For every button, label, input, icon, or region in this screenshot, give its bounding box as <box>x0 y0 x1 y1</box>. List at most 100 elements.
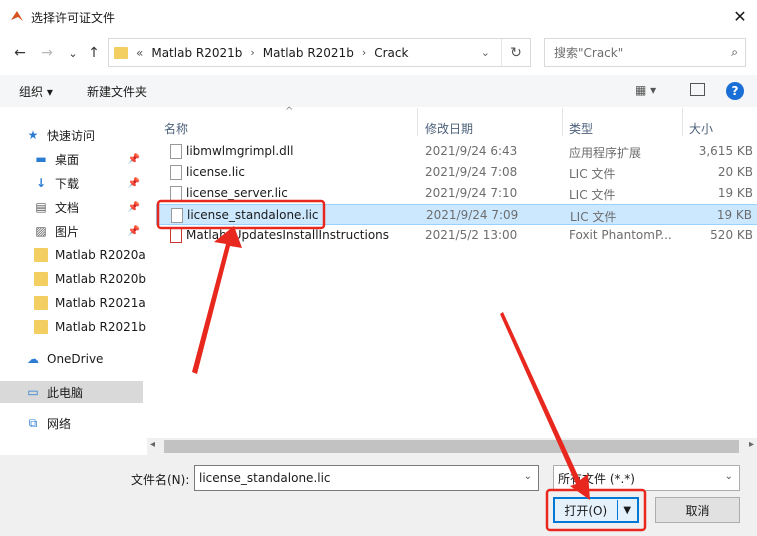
column-header-type[interactable]: 类型 <box>569 120 593 137</box>
new-folder-button[interactable]: 新建文件夹 <box>87 83 147 100</box>
sidebar-item-documents[interactable]: ▤ 文档 📌 <box>33 196 150 218</box>
picture-icon: ▨ <box>35 224 47 238</box>
scrollbar-thumb[interactable] <box>164 440 739 453</box>
file-row[interactable]: libmwlmgrimpl.dll 2021/9/24 6:43 应用程序扩展 … <box>156 141 757 162</box>
column-divider[interactable] <box>562 108 563 136</box>
sidebar-item-pictures[interactable]: ▨ 图片 📌 <box>33 220 150 242</box>
sidebar-item-label: 快速访问 <box>47 128 96 143</box>
folder-icon <box>33 295 49 311</box>
file-size: 3,615 KB <box>698 144 753 158</box>
breadcrumb-item[interactable]: Matlab R2021b <box>151 46 242 60</box>
navigation-pane: ★ 快速访问 ▬ 桌面 📌 ↓ 下载 📌 ▤ 文档 📌 ▨ 图片 📌 Matla… <box>0 108 152 438</box>
download-icon: ↓ <box>35 176 47 190</box>
file-date: 2021/9/24 7:10 <box>425 186 518 200</box>
sidebar-item-desktop[interactable]: ▬ 桌面 📌 <box>33 148 150 170</box>
filetype-value: 所有文件 (*.*) <box>558 471 635 486</box>
file-list: ^ 名称 修改日期 类型 大小 libmwlmgrimpl.dll 2021/9… <box>152 106 757 438</box>
sidebar-item-downloads[interactable]: ↓ 下载 📌 <box>33 172 150 194</box>
breadcrumb-item[interactable]: Crack <box>374 46 408 60</box>
column-header-name[interactable]: 名称 <box>164 120 188 137</box>
file-date: 2021/9/24 7:08 <box>425 165 518 179</box>
breadcrumb-separator-icon[interactable]: › <box>362 46 366 59</box>
matlab-logo-icon <box>11 11 23 21</box>
sidebar-item-label: Matlab R2021b <box>55 320 147 334</box>
address-dropdown-icon[interactable]: ⌄ <box>481 46 490 59</box>
recent-locations-chevron-icon[interactable]: ⌄ <box>62 42 84 64</box>
folder-icon <box>114 46 128 59</box>
scroll-right-icon[interactable]: ▸ <box>749 439 754 450</box>
file-icon <box>170 165 182 180</box>
breadcrumb-overflow[interactable]: « <box>136 46 143 60</box>
view-options-icon[interactable]: ▦ ▾ <box>635 83 656 97</box>
pin-icon[interactable]: 📌 <box>128 202 140 213</box>
network-icon: ⧉ <box>28 415 38 430</box>
file-type: Foxit PhantomP... <box>569 228 672 242</box>
column-header-date[interactable]: 修改日期 <box>425 120 473 137</box>
address-bar[interactable]: « Matlab R2021b › Matlab R2021b › Crack … <box>108 38 531 67</box>
filename-field[interactable]: license_standalone.lic ⌄ <box>194 465 539 491</box>
search-icon[interactable]: ⌕ <box>731 45 738 60</box>
pin-icon[interactable]: 📌 <box>128 226 140 237</box>
pin-icon[interactable]: 📌 <box>128 178 140 189</box>
command-toolbar: 组织 ▾ 新建文件夹 ▦ ▾ ? <box>0 75 757 107</box>
column-header-size[interactable]: 大小 <box>689 120 713 137</box>
file-type: 应用程序扩展 <box>569 146 642 160</box>
horizontal-scrollbar[interactable]: ◂ ▸ <box>147 438 757 455</box>
sidebar-item-matlab-r2020a[interactable]: Matlab R2020a <box>33 244 150 266</box>
open-dropdown-icon[interactable]: ▼ <box>617 505 637 516</box>
refresh-icon[interactable]: ↻ <box>501 39 530 66</box>
folder-icon <box>33 271 49 287</box>
pin-icon[interactable]: 📌 <box>128 154 140 165</box>
breadcrumb-item[interactable]: Matlab R2021b <box>263 46 354 60</box>
organize-button[interactable]: 组织 ▾ <box>19 83 53 100</box>
sidebar-item-matlab-r2021b[interactable]: Matlab R2021b <box>33 316 150 338</box>
file-row[interactable]: license.lic 2021/9/24 7:08 LIC 文件 20 KB <box>156 162 757 183</box>
star-icon: ★ <box>27 128 39 142</box>
sidebar-item-matlab-r2021a[interactable]: Matlab R2021a <box>33 292 150 314</box>
folder-icon <box>33 319 49 335</box>
file-type: LIC 文件 <box>569 188 616 202</box>
up-arrow-icon[interactable]: ↑ <box>83 42 105 64</box>
file-name: libmwlmgrimpl.dll <box>186 144 294 158</box>
open-button[interactable]: 打开(O) ▼ <box>553 497 639 523</box>
filetype-select[interactable]: 所有文件 (*.*) ⌄ <box>553 465 740 491</box>
sidebar-item-label: Matlab R2020b <box>55 272 147 286</box>
sidebar-item-label: 下载 <box>55 176 80 191</box>
computer-icon: ▭ <box>27 385 39 399</box>
file-icon <box>171 208 183 223</box>
search-input[interactable]: 搜索"Crack" ⌕ <box>544 38 746 67</box>
file-size: 19 KB <box>717 186 753 200</box>
chevron-down-icon[interactable]: ⌄ <box>725 471 733 482</box>
desktop-icon: ▬ <box>35 152 47 166</box>
chevron-down-icon[interactable]: ⌄ <box>524 471 532 482</box>
filename-value: license_standalone.lic <box>199 471 331 485</box>
preview-pane-icon[interactable] <box>690 83 705 96</box>
back-arrow-icon[interactable]: ← <box>9 42 31 64</box>
file-name: license_standalone.lic <box>187 208 319 222</box>
cancel-button[interactable]: 取消 <box>655 497 740 523</box>
scroll-left-icon[interactable]: ◂ <box>150 439 155 450</box>
help-icon[interactable]: ? <box>726 82 744 100</box>
file-row[interactable]: license_server.lic 2021/9/24 7:10 LIC 文件… <box>156 183 757 204</box>
column-divider[interactable] <box>682 108 683 136</box>
forward-arrow-icon[interactable]: → <box>36 42 58 64</box>
file-size: 19 KB <box>716 208 752 222</box>
cancel-button-label: 取消 <box>685 503 710 518</box>
file-row-selected[interactable]: license_standalone.lic 2021/9/24 7:09 LI… <box>156 204 757 225</box>
window-title: 选择许可证文件 <box>31 11 116 25</box>
sidebar-item-matlab-r2020b[interactable]: Matlab R2020b <box>33 268 150 290</box>
file-size: 520 KB <box>710 228 753 242</box>
pdf-file-icon <box>170 228 182 243</box>
file-type: LIC 文件 <box>569 167 616 181</box>
folder-icon <box>33 247 49 263</box>
file-name: license.lic <box>186 165 245 179</box>
close-icon[interactable]: ✕ <box>723 0 757 33</box>
sidebar-item-label: 桌面 <box>55 152 80 167</box>
open-button-label[interactable]: 打开(O) <box>555 502 617 519</box>
breadcrumb-separator-icon[interactable]: › <box>250 46 254 59</box>
sidebar-item-this-pc[interactable]: ▭ 此电脑 <box>0 381 143 403</box>
sidebar-item-label: 此电脑 <box>47 385 84 400</box>
file-row[interactable]: Matlab_UpdatesInstallInstructions 2021/5… <box>156 225 757 246</box>
column-divider[interactable] <box>417 108 418 136</box>
sidebar-item-label: Matlab R2021a <box>55 296 146 310</box>
